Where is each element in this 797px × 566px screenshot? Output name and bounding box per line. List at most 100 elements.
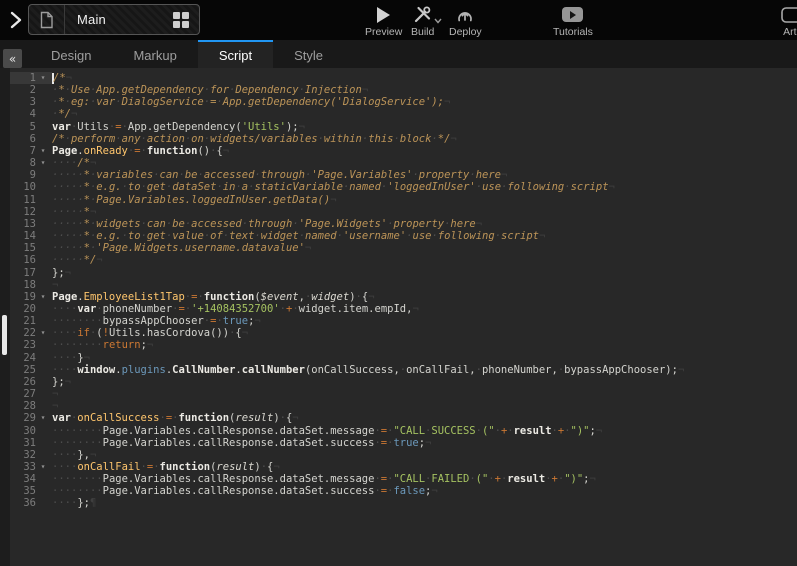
- code-line[interactable]: ¬: [52, 400, 797, 412]
- code-line[interactable]: ········Page.Variables.callResponse.data…: [52, 437, 797, 449]
- code-line[interactable]: ········return;¬: [52, 339, 797, 351]
- gutter-line[interactable]: 29▾: [10, 412, 52, 424]
- code-line[interactable]: /*¬: [52, 72, 797, 84]
- chevron-down-icon[interactable]: [434, 18, 442, 24]
- page-tabs: DesignMarkupScriptStyle: [30, 40, 344, 68]
- gutter-line[interactable]: 23: [10, 339, 52, 351]
- gutter-line[interactable]: 17: [10, 267, 52, 279]
- fold-toggle-icon: ▾: [36, 412, 50, 424]
- code-line[interactable]: ····var·phoneNumber·=·'+14084352700'·+·w…: [52, 303, 797, 315]
- gutter-line[interactable]: 30: [10, 425, 52, 437]
- build-tools-icon: [413, 5, 432, 24]
- code-line[interactable]: ¬: [52, 388, 797, 400]
- code-line[interactable]: ·····*/¬: [52, 254, 797, 266]
- code-line[interactable]: ····onCallFail·=·function(result)·{¬: [52, 461, 797, 473]
- code-line[interactable]: ········bypassAppChooser·=·true;¬: [52, 315, 797, 327]
- toolbar-action-label: Deploy: [449, 26, 482, 38]
- gutter-line[interactable]: 36: [10, 497, 52, 509]
- gutter-line[interactable]: 15: [10, 242, 52, 254]
- code-line[interactable]: ·*/¬: [52, 108, 797, 120]
- gutter-line[interactable]: 5: [10, 121, 52, 133]
- preview-button[interactable]: Preview: [365, 5, 402, 38]
- code-line[interactable]: ········Page.Variables.callResponse.data…: [52, 485, 797, 497]
- gutter-line[interactable]: 32: [10, 449, 52, 461]
- editor-code-area[interactable]: /*¬·*·Use·App.getDependency·for·Dependen…: [52, 72, 797, 510]
- code-line[interactable]: ·····*·'Page.Widgets.username.datavalue'…: [52, 242, 797, 254]
- artifact-item-partial[interactable]: Arti: [776, 5, 797, 38]
- artifact-label-partial: Arti: [783, 26, 797, 38]
- gutter-line[interactable]: 7▾: [10, 145, 52, 157]
- left-scrollbar-thumb[interactable]: [2, 315, 7, 355]
- gutter-line[interactable]: 16: [10, 254, 52, 266]
- gutter-line[interactable]: 24: [10, 352, 52, 364]
- tab-script[interactable]: Script: [198, 40, 273, 68]
- gutter-line[interactable]: 21: [10, 315, 52, 327]
- fold-toggle-icon: ▾: [36, 327, 50, 339]
- toolbar-action-label: Build: [411, 26, 434, 38]
- gutter-line[interactable]: 34: [10, 473, 52, 485]
- deploy-button[interactable]: Deploy: [449, 5, 482, 38]
- gutter-line[interactable]: 6: [10, 133, 52, 145]
- gutter-line[interactable]: 18: [10, 279, 52, 291]
- gutter-line[interactable]: 3: [10, 96, 52, 108]
- code-line[interactable]: var·Utils·=·App.getDependency('Utils');¬: [52, 121, 797, 133]
- gutter-line[interactable]: 35: [10, 485, 52, 497]
- tab-design[interactable]: Design: [30, 40, 112, 68]
- code-line[interactable]: Page.onReady·=·function()·{¬: [52, 145, 797, 157]
- gutter-line[interactable]: 12: [10, 206, 52, 218]
- code-line[interactable]: ····window.plugins.CallNumber.callNumber…: [52, 364, 797, 376]
- script-code-editor[interactable]: 1▾234567▾8▾910111213141516171819▾202122▾…: [0, 68, 797, 566]
- gutter-line[interactable]: 10: [10, 181, 52, 193]
- tab-markup[interactable]: Markup: [112, 40, 197, 68]
- code-line[interactable]: ····},¬: [52, 449, 797, 461]
- code-line[interactable]: };¬: [52, 267, 797, 279]
- code-line[interactable]: ·····*·e.g.·to·get·value·of·text·widget·…: [52, 230, 797, 242]
- gutter-line[interactable]: 19▾: [10, 291, 52, 303]
- gutter-line[interactable]: 4: [10, 108, 52, 120]
- collapse-panel-button[interactable]: «: [3, 49, 22, 68]
- code-line[interactable]: ·*·Use·App.getDependency·for·Dependency·…: [52, 84, 797, 96]
- code-line[interactable]: ·*·eg:·var·DialogService·=·App.getDepend…: [52, 96, 797, 108]
- tutorials-button[interactable]: Tutorials: [553, 5, 593, 38]
- gutter-line[interactable]: 14: [10, 230, 52, 242]
- gutter-line[interactable]: 9: [10, 169, 52, 181]
- gutter-line[interactable]: 31: [10, 437, 52, 449]
- code-line[interactable]: ····if·(!Utils.hasCordova())·{¬: [52, 327, 797, 339]
- code-line[interactable]: ····};¶: [52, 497, 797, 509]
- code-line[interactable]: ·····*·variables·can·be·accessed·through…: [52, 169, 797, 181]
- code-line[interactable]: ·····*·widgets·can·be·accessed·through·'…: [52, 218, 797, 230]
- gutter-line[interactable]: 33▾: [10, 461, 52, 473]
- code-line[interactable]: ·····*·Page.Variables.loggedInUser.getDa…: [52, 194, 797, 206]
- gutter-line[interactable]: 1▾: [10, 72, 52, 84]
- code-line[interactable]: ¬: [52, 279, 797, 291]
- code-line[interactable]: ········Page.Variables.callResponse.data…: [52, 473, 797, 485]
- preview-play-icon: [377, 5, 390, 24]
- code-line[interactable]: ·····*·e.g.·to·get·dataSet·in·a·staticVa…: [52, 181, 797, 193]
- gutter-line[interactable]: 27: [10, 388, 52, 400]
- deploy-cloud-upload-icon: [455, 5, 475, 24]
- gutter-line[interactable]: 2: [10, 84, 52, 96]
- fold-toggle-icon: ▾: [36, 72, 50, 84]
- build-button[interactable]: Build: [411, 5, 434, 38]
- code-line[interactable]: };¬: [52, 376, 797, 388]
- code-line[interactable]: ·····*¬: [52, 206, 797, 218]
- gutter-line[interactable]: 25: [10, 364, 52, 376]
- code-line[interactable]: ········Page.Variables.callResponse.data…: [52, 425, 797, 437]
- chevron-right-icon[interactable]: [6, 9, 26, 31]
- gutter-line[interactable]: 8▾: [10, 157, 52, 169]
- tab-style[interactable]: Style: [273, 40, 344, 68]
- code-line[interactable]: ····}¬: [52, 352, 797, 364]
- gutter-line[interactable]: 20: [10, 303, 52, 315]
- gutter-line[interactable]: 13: [10, 218, 52, 230]
- code-line[interactable]: /*·perform·any·action·on·widgets/variabl…: [52, 133, 797, 145]
- gutter-line[interactable]: 22▾: [10, 327, 52, 339]
- gutter-line[interactable]: 11: [10, 194, 52, 206]
- gutter-line[interactable]: 26: [10, 376, 52, 388]
- gutter-line[interactable]: 28: [10, 400, 52, 412]
- code-line[interactable]: Page.EmployeeList1Tap·=·function($event,…: [52, 291, 797, 303]
- page-selector[interactable]: Main: [28, 4, 200, 35]
- toolbar-action-label: Preview: [365, 26, 402, 38]
- code-line[interactable]: ····/*¬: [52, 157, 797, 169]
- fold-toggle-icon: ▾: [36, 461, 50, 473]
- code-line[interactable]: var·onCallSuccess·=·function(result)·{¬: [52, 412, 797, 424]
